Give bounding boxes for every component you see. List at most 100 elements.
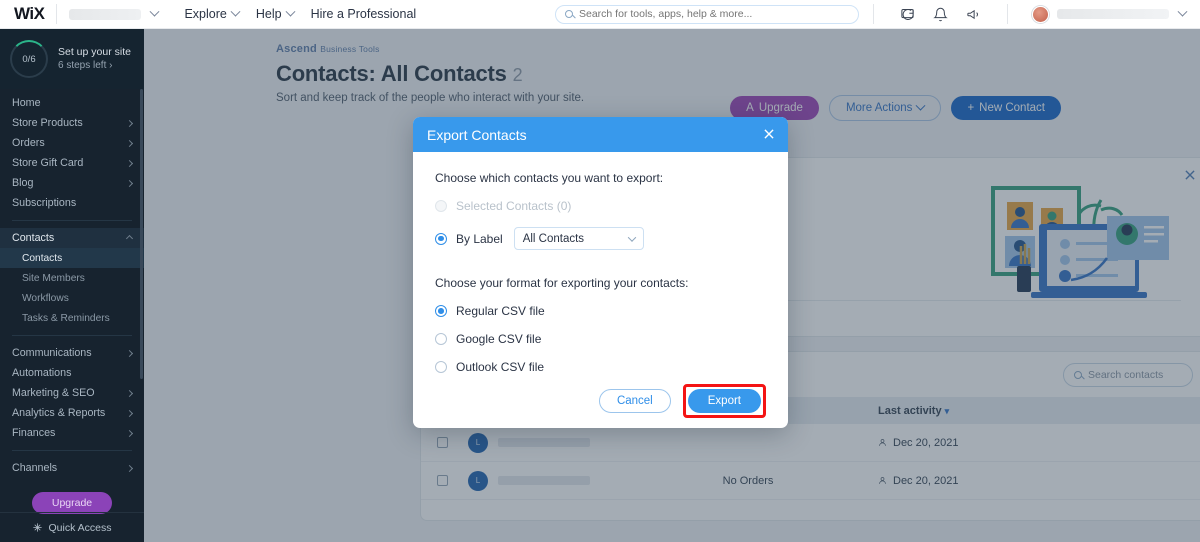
- divider: [56, 4, 58, 24]
- setup-title: Set up your site: [58, 46, 131, 58]
- cancel-button[interactable]: Cancel: [598, 389, 671, 413]
- chevron-down-icon: [230, 6, 241, 17]
- sidebar-item-label: Site Members: [22, 272, 85, 284]
- radio-by-label[interactable]: [435, 232, 447, 245]
- sidebar-item-automations[interactable]: Automations: [0, 363, 144, 383]
- chevron-right-icon: [125, 409, 134, 417]
- radio-google-csv[interactable]: [435, 333, 447, 345]
- sidebar-item-label: Home: [12, 97, 41, 109]
- sidebar-item-subscriptions[interactable]: Subscriptions: [0, 193, 144, 213]
- sidebar-item-label: Workflows: [22, 292, 69, 304]
- sidebar-item-finances[interactable]: Finances: [0, 423, 144, 443]
- modal-body: Choose which contacts you want to export…: [413, 152, 788, 374]
- topnav-help-label: Help: [255, 7, 282, 21]
- topnav-hire-label: Hire a Professional: [310, 7, 417, 21]
- sidebar-item-orders[interactable]: Orders: [0, 133, 144, 153]
- radio-regular-csv[interactable]: [435, 305, 447, 317]
- sidebar-item-marketing-seo[interactable]: Marketing & SEO: [0, 383, 144, 403]
- sidebar-item-store-products[interactable]: Store Products: [0, 113, 144, 133]
- chat-icon[interactable]: [900, 7, 915, 22]
- wix-dashboard: WiX Explore Help Hire a Professional Sea…: [0, 0, 1200, 542]
- topnav-help[interactable]: Help: [255, 6, 296, 21]
- site-selector[interactable]: [69, 8, 142, 20]
- chevron-down-icon[interactable]: [1177, 6, 1188, 17]
- sidebar-item-label: Contacts: [22, 252, 63, 264]
- export-button[interactable]: Export: [687, 389, 761, 413]
- setup-your-site-widget[interactable]: 0/6 Set up your site 6 steps left ›: [0, 29, 144, 89]
- sparkle-icon: [33, 523, 43, 532]
- quick-access-button[interactable]: Quick Access: [0, 512, 144, 542]
- wix-logo[interactable]: WiX: [14, 4, 45, 24]
- chevron-right-icon: [125, 159, 134, 167]
- format-question: Choose your format for exporting your co…: [435, 276, 689, 290]
- sidebar-item-label: Store Products: [12, 117, 83, 129]
- sidebar: 0/6 Set up your site 6 steps left › Home…: [0, 29, 144, 542]
- radio-outlook-csv[interactable]: [435, 361, 447, 373]
- sidebar-item-label: Subscriptions: [12, 197, 77, 209]
- sidebar-item-channels[interactable]: Channels: [0, 458, 144, 478]
- chevron-right-icon: [125, 464, 134, 472]
- setup-progress-value: 0/6: [22, 53, 36, 65]
- export-button-highlight: Export: [682, 384, 766, 418]
- option-selected-contacts[interactable]: Selected Contacts (0): [435, 199, 766, 213]
- chevron-up-icon: [125, 234, 134, 242]
- sidebar-item-contacts[interactable]: Contacts: [0, 248, 144, 268]
- setup-text: Set up your site 6 steps left ›: [58, 45, 131, 73]
- sidebar-item-label: Contacts: [12, 232, 55, 244]
- label-select-value: All Contacts: [522, 232, 585, 245]
- sidebar-item-workflows[interactable]: Workflows: [0, 288, 144, 308]
- setup-progress-ring: 0/6: [10, 40, 48, 78]
- sidebar-item-contacts-group[interactable]: Contacts: [0, 228, 144, 248]
- user-name: [1057, 9, 1169, 19]
- sidebar-item-site-members[interactable]: Site Members: [0, 268, 144, 288]
- avatar[interactable]: [1032, 5, 1049, 23]
- chevron-down-icon[interactable]: [150, 6, 160, 17]
- topnav-hire-professional[interactable]: Hire a Professional: [311, 7, 417, 21]
- option-outlook-csv[interactable]: Outlook CSV file: [435, 360, 766, 374]
- sidebar-item-label: Finances: [12, 427, 56, 439]
- topnav-explore[interactable]: Explore: [184, 6, 241, 21]
- sidebar-item-communications[interactable]: Communications: [0, 343, 144, 363]
- sidebar-item-analytics-reports[interactable]: Analytics & Reports: [0, 403, 144, 423]
- label-select[interactable]: All Contacts: [513, 227, 644, 250]
- sidebar-upgrade-button[interactable]: Upgrade: [31, 492, 113, 514]
- sidebar-item-label: Marketing & SEO: [12, 387, 95, 399]
- option-by-label[interactable]: By Label All Contacts: [435, 227, 766, 250]
- sidebar-upgrade-wrap: Upgrade: [0, 492, 144, 514]
- global-search-box[interactable]: [555, 4, 859, 24]
- global-search-input[interactable]: [579, 8, 849, 20]
- chevron-right-icon: [125, 389, 134, 397]
- top-navigation-bar: WiX Explore Help Hire a Professional: [0, 0, 1200, 29]
- chevron-right-icon: [125, 119, 134, 127]
- option-regular-csv[interactable]: Regular CSV file: [435, 304, 766, 318]
- export-contacts-modal: Export Contacts Choose which contacts yo…: [413, 117, 788, 428]
- modal-title: Export Contacts: [427, 126, 527, 143]
- option-label: Google CSV file: [456, 332, 542, 346]
- topnav-explore-label: Explore: [184, 7, 227, 21]
- divider: [12, 450, 132, 451]
- modal-footer: Cancel Export: [413, 374, 788, 428]
- search-icon: [565, 10, 573, 18]
- option-label: Regular CSV file: [456, 304, 545, 318]
- modal-header: Export Contacts: [413, 117, 788, 152]
- sidebar-scrollbar[interactable]: [140, 89, 143, 379]
- sidebar-item-home[interactable]: Home: [0, 93, 144, 113]
- sidebar-item-label: Store Gift Card: [12, 157, 84, 169]
- close-icon[interactable]: [762, 127, 776, 141]
- radio-selected-contacts[interactable]: [435, 200, 447, 212]
- sidebar-item-blog[interactable]: Blog: [0, 173, 144, 193]
- option-google-csv[interactable]: Google CSV file: [435, 332, 766, 346]
- sidebar-item-label: Automations: [12, 367, 72, 379]
- sidebar-item-label: Channels: [12, 462, 58, 474]
- sidebar-item-store-gift-card[interactable]: Store Gift Card: [0, 153, 144, 173]
- divider: [1007, 4, 1008, 24]
- chevron-down-icon: [285, 6, 296, 17]
- option-label: Selected Contacts (0): [456, 199, 572, 213]
- sidebar-item-tasks-reminders[interactable]: Tasks & Reminders: [0, 308, 144, 328]
- setup-subtitle: 6 steps left ›: [58, 60, 113, 71]
- sidebar-item-label: Communications: [12, 347, 92, 359]
- megaphone-icon[interactable]: [966, 7, 981, 22]
- chevron-right-icon: [125, 179, 134, 187]
- bell-icon[interactable]: [933, 7, 948, 22]
- sidebar-nav: Home Store Products Orders Store Gift Ca…: [0, 89, 144, 514]
